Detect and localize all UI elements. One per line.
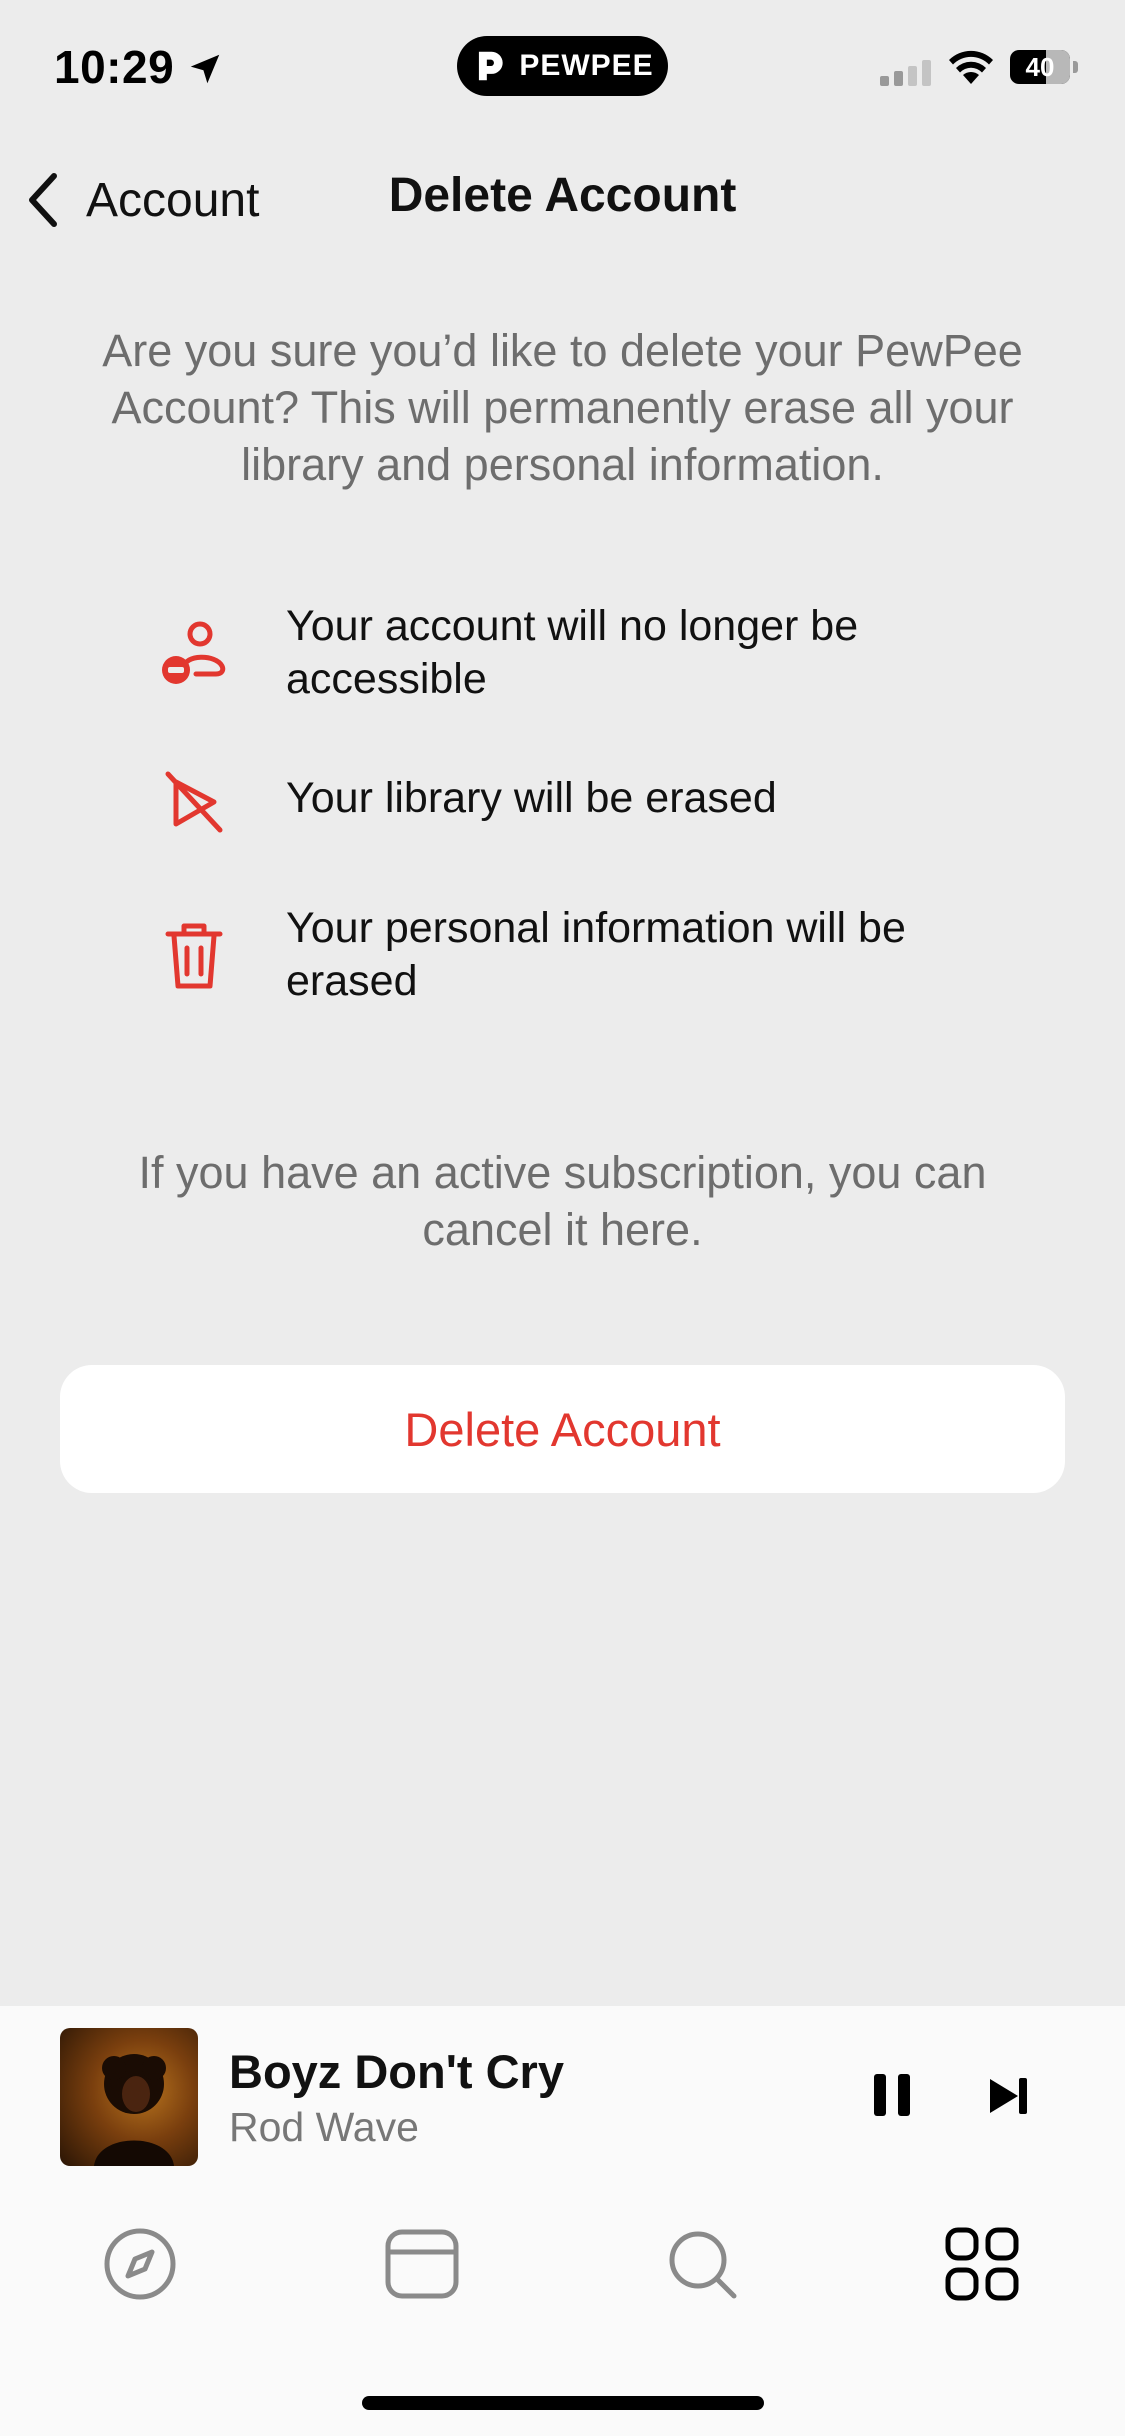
brand-name: PEWPEE: [519, 49, 654, 82]
mini-player[interactable]: Boyz Don't Cry Rod Wave: [0, 2006, 1125, 2181]
trash-icon: [165, 923, 223, 989]
album-artwork: [60, 2028, 198, 2166]
consequence-text: Your library will be erased: [286, 774, 777, 822]
compass-icon[interactable]: [102, 2226, 178, 2302]
subscription-note[interactable]: If you have an active subscription, you …: [80, 1144, 1045, 1258]
home-indicator[interactable]: [362, 2396, 764, 2410]
user-remove-icon: [162, 621, 226, 684]
delete-account-button[interactable]: Delete Account: [60, 1365, 1065, 1493]
brand-logo-icon: [479, 51, 503, 81]
location-arrow-icon: [190, 54, 220, 84]
page-title: Delete Account: [388, 169, 737, 222]
status-time: 10:29: [54, 41, 175, 93]
grid-icon[interactable]: [944, 2226, 1020, 2302]
battery-nub: [1073, 61, 1078, 73]
radio-card-icon[interactable]: [384, 2226, 460, 2302]
bottom-panel: Boyz Don't Cry Rod Wave: [0, 2006, 1125, 2436]
search-icon[interactable]: [664, 2226, 740, 2302]
intro-text: Are you sure you’d like to delete your P…: [102, 325, 1023, 490]
tab-bar: [0, 2206, 1125, 2316]
battery-level: 40: [1025, 52, 1055, 82]
library-off-icon: [165, 771, 223, 833]
wifi-icon: [949, 50, 993, 84]
pause-icon[interactable]: [872, 2072, 912, 2118]
brand-pill: PEWPEE: [457, 36, 668, 96]
cellular-signal-icon: [880, 60, 931, 86]
now-playing-title: Boyz Don't Cry: [229, 2045, 564, 2098]
skip-forward-icon[interactable]: [988, 2076, 1030, 2116]
now-playing-artist: Rod Wave: [229, 2104, 419, 2150]
battery-indicator: 40: [1010, 50, 1080, 86]
consequence-text: Your account will no longer be accessibl…: [286, 602, 859, 703]
consequence-text: Your personal information will be erased: [286, 904, 906, 1005]
delete-account-button-label: Delete Account: [404, 1402, 721, 1456]
status-bar: 10:29 PEWPEE 40: [0, 0, 1125, 140]
artwork-figure: [94, 2054, 174, 2166]
